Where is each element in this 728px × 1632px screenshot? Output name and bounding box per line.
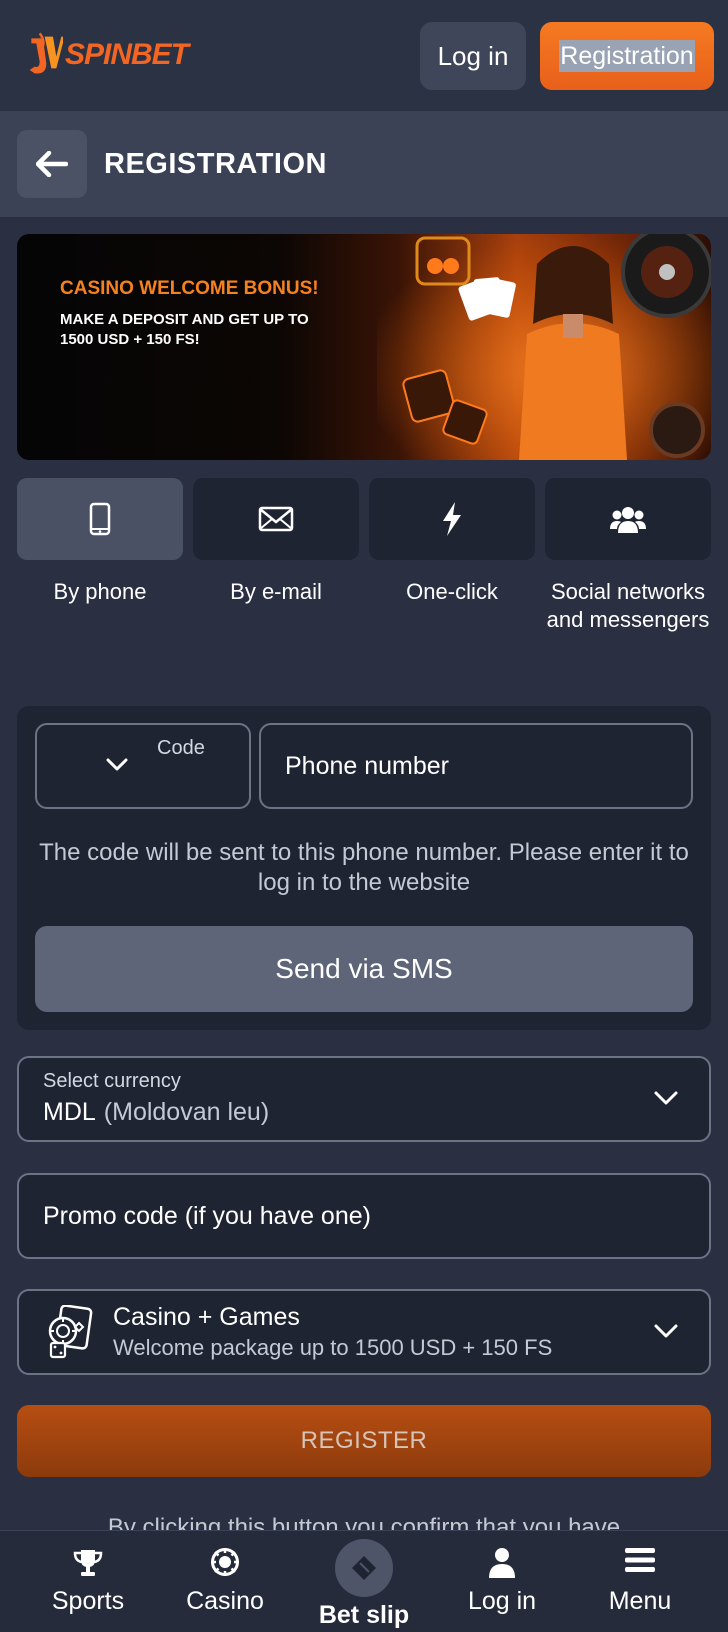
registration-button[interactable]: Registration bbox=[540, 22, 714, 90]
chevron-down-icon bbox=[654, 1324, 678, 1338]
tab-one-click[interactable] bbox=[369, 478, 535, 560]
phone-code-note: The code will be sent to this phone numb… bbox=[39, 839, 689, 896]
tab-label-social-networks[interactable]: Social networks and messengers bbox=[540, 578, 716, 634]
users-icon bbox=[610, 507, 646, 533]
registration-button-label: Registration bbox=[559, 40, 695, 72]
tab-label-one-click[interactable]: One-click bbox=[364, 578, 540, 606]
page-title: REGISTRATION bbox=[104, 148, 327, 180]
phone-number-input[interactable] bbox=[259, 723, 693, 809]
user-icon bbox=[489, 1548, 515, 1578]
nav-login[interactable]: Log in bbox=[432, 1531, 572, 1632]
nav-label-menu: Menu bbox=[608, 1587, 672, 1615]
chevron-down-icon bbox=[654, 1091, 678, 1105]
country-code-label: Code bbox=[157, 737, 205, 759]
login-button[interactable]: Log in bbox=[420, 22, 526, 90]
casino-cards-icon bbox=[48, 1305, 93, 1359]
tab-by-email[interactable] bbox=[193, 478, 359, 560]
spinbet-logo-icon bbox=[29, 32, 63, 74]
currency-name: (Moldovan leu) bbox=[103, 1098, 270, 1126]
bottom-nav: Sports Casino Bet slip Log in Menu bbox=[0, 1530, 728, 1632]
nav-casino[interactable]: Casino bbox=[155, 1531, 295, 1632]
chip-icon bbox=[211, 1548, 239, 1576]
trophy-icon bbox=[73, 1550, 103, 1576]
bonus-subtitle: Welcome package up to 1500 USD + 150 FS bbox=[113, 1335, 553, 1360]
phone-form-card: Code The code will be sent to this phone… bbox=[17, 706, 711, 1030]
title-bar: REGISTRATION bbox=[0, 112, 728, 217]
nav-label-casino: Casino bbox=[186, 1587, 264, 1615]
phone-icon bbox=[89, 502, 111, 536]
promo-banner[interactable]: CASINO WELCOME BONUS! MAKE A DEPOSIT AND… bbox=[17, 234, 711, 460]
chevron-down-icon bbox=[106, 758, 128, 771]
bonus-title: Casino + Games bbox=[113, 1303, 300, 1331]
logo-text: SPINBET bbox=[64, 38, 189, 71]
banner-illustration bbox=[377, 234, 711, 460]
ticket-icon bbox=[352, 1556, 376, 1580]
currency-value: MDL (Moldovan leu) bbox=[43, 1098, 269, 1127]
nav-sports[interactable]: Sports bbox=[18, 1531, 158, 1632]
banner-title: CASINO WELCOME BONUS! bbox=[60, 278, 319, 299]
bet-slip-badge bbox=[335, 1539, 393, 1597]
currency-label: Select currency bbox=[43, 1070, 181, 1092]
send-sms-button[interactable]: Send via SMS bbox=[35, 926, 693, 1012]
back-button[interactable] bbox=[17, 130, 87, 198]
arrow-left-icon bbox=[36, 151, 68, 177]
tab-social-networks[interactable] bbox=[545, 478, 711, 560]
tab-label-by-email[interactable]: By e-mail bbox=[188, 578, 364, 606]
nav-menu[interactable]: Menu bbox=[570, 1531, 710, 1632]
nav-label-bet-slip: Bet slip bbox=[318, 1601, 410, 1629]
top-header: SPINBET Log in Registration bbox=[0, 0, 728, 112]
country-code-select[interactable]: Code bbox=[35, 723, 251, 809]
banner-subtitle: MAKE A DEPOSIT AND GET UP TO 1500 USD + … bbox=[60, 311, 309, 348]
registration-page: SPINBET Log in Registration REGISTRATION… bbox=[0, 0, 728, 1632]
nav-bet-slip[interactable]: Bet slip bbox=[294, 1531, 434, 1632]
bonus-select[interactable]: Casino + Games Welcome package up to 150… bbox=[17, 1289, 711, 1375]
logo[interactable]: SPINBET bbox=[28, 24, 189, 86]
currency-select[interactable]: Select currency MDL (Moldovan leu) bbox=[17, 1056, 711, 1142]
lightning-icon bbox=[443, 502, 461, 536]
tab-by-phone[interactable] bbox=[17, 478, 183, 560]
envelope-icon bbox=[258, 506, 294, 532]
promo-code-input[interactable] bbox=[17, 1173, 711, 1259]
currency-code: MDL bbox=[43, 1098, 96, 1126]
hamburger-icon bbox=[625, 1548, 655, 1572]
nav-label-sports: Sports bbox=[51, 1587, 125, 1615]
nav-label-login: Log in bbox=[467, 1587, 537, 1615]
register-button[interactable]: REGISTER bbox=[17, 1405, 711, 1477]
tab-label-by-phone[interactable]: By phone bbox=[12, 578, 188, 606]
